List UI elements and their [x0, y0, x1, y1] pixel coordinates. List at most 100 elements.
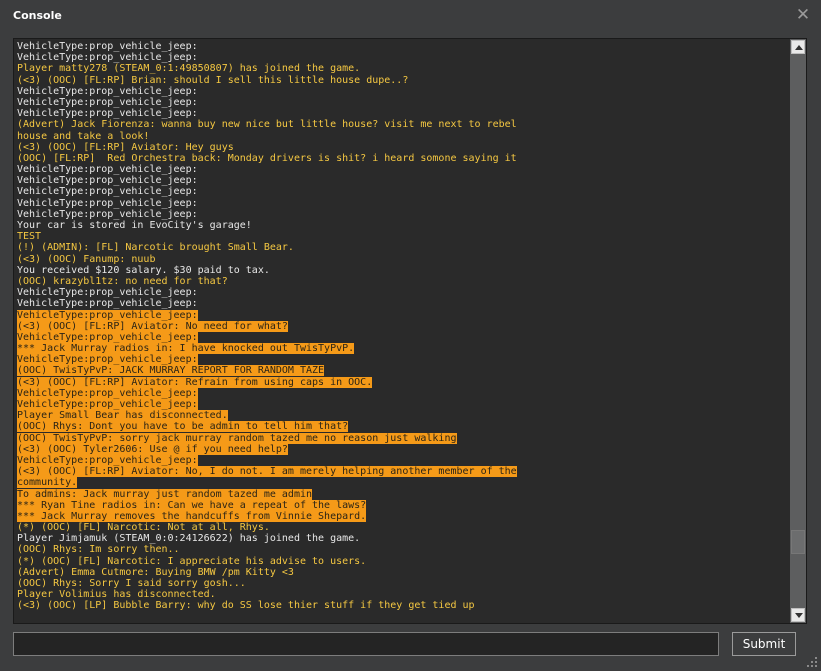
log-line: Your car is stored in EvoCity's garage!	[17, 220, 787, 231]
log-line-text: (<3) (OOC) [FL:RP] Aviator: Hey guys	[17, 141, 234, 153]
log-line: (*) (OOC) [FL] Narcotic: Not at all, Rhy…	[17, 522, 787, 533]
log-line-text: VehicleType:prop_vehicle_jeep:	[17, 387, 198, 399]
scroll-thumb[interactable]	[791, 530, 805, 554]
log-line: (!) (ADMIN): [FL] Narcotic brought Small…	[17, 242, 787, 253]
log-line: VehicleType:prop_vehicle_jeep:	[17, 298, 787, 309]
log-line-text: VehicleType:prop_vehicle_jeep:	[17, 309, 198, 321]
log-line-text: VehicleType:prop_vehicle_jeep:	[17, 186, 198, 198]
log-line: VehicleType:prop_vehicle_jeep:	[17, 287, 787, 298]
log-line-text: VehicleType:prop_vehicle_jeep:	[17, 354, 198, 366]
log-line: VehicleType:prop_vehicle_jeep:	[17, 186, 787, 197]
log-line: VehicleType:prop_vehicle_jeep:	[17, 52, 787, 63]
log-line: VehicleType:prop_vehicle_jeep:	[17, 399, 787, 410]
log-line-text: VehicleType:prop_vehicle_jeep:	[17, 41, 198, 52]
log-line-text: TEST	[17, 231, 42, 243]
log-line-text: (OOC) krazybl1tz: no need for that?	[17, 275, 228, 287]
log-line-text: *** Jack Murray removes the handcuffs fr…	[17, 510, 367, 522]
log-line: VehicleType:prop_vehicle_jeep:	[17, 164, 787, 175]
log-line: (OOC) [FL:RP] Red Orchestra back: Monday…	[17, 153, 787, 164]
close-icon[interactable]: ✕	[795, 6, 811, 24]
log-line-text: house and take a look!	[17, 130, 150, 142]
scroll-down-button[interactable]	[791, 608, 805, 622]
log-line: (OOC) Rhys: Dont you have to be admin to…	[17, 421, 787, 433]
log-line-text: (OOC) Rhys: Im sorry then..	[17, 544, 180, 556]
log-line: house and take a look!	[17, 131, 787, 142]
log-line: (OOC) Rhys: Sorry I said sorry gosh...	[17, 578, 787, 589]
log-line-text: VehicleType:prop_vehicle_jeep:	[17, 52, 198, 64]
log-line: (<3) (OOC) [FL:RP] Brian: should I sell …	[17, 75, 787, 86]
log-line-text: (OOC) Rhys: Dont you have to be admin to…	[17, 421, 349, 433]
log-line-text: Player Jimjamuk (STEAM_0:0:24126622) has…	[17, 533, 361, 545]
log-line-text: VehicleType:prop_vehicle_jeep:	[17, 96, 198, 108]
log-line-text: VehicleType:prop_vehicle_jeep:	[17, 85, 198, 97]
log-line: VehicleType:prop_vehicle_jeep:	[17, 354, 787, 366]
arrow-up-icon	[795, 45, 803, 50]
log-line-text: VehicleType:prop_vehicle_jeep:	[17, 298, 198, 310]
log-line-text: VehicleType:prop_vehicle_jeep:	[17, 108, 198, 120]
log-line: (<3) (OOC) [FL:RP] Aviator: Refrain from…	[17, 376, 787, 388]
log-line: (OOC) Rhys: Im sorry then..	[17, 544, 787, 555]
log-line: Player Small Bear has disconnected.	[17, 410, 787, 422]
log-line: VehicleType:prop_vehicle_jeep:	[17, 97, 787, 108]
log-line-text: VehicleType:prop_vehicle_jeep:	[17, 454, 198, 466]
log-line-text: To admins: Jack murray just random tazed…	[17, 488, 313, 500]
log-line-text: VehicleType:prop_vehicle_jeep:	[17, 287, 198, 299]
log-line-text: VehicleType:prop_vehicle_jeep:	[17, 331, 198, 343]
log-line-text: (!) (ADMIN): [FL] Narcotic brought Small…	[17, 242, 294, 254]
log-line: *** Ryan Tine radios in: Can we have a r…	[17, 499, 787, 511]
log-line-text: (<3) (OOC) Tyler2606: Use @ if you need …	[17, 443, 288, 455]
log-line-text: (Advert) Jack Fiorenza: wanna buy new ni…	[17, 119, 517, 131]
scrollbar[interactable]	[790, 39, 806, 623]
log-line-text: (<3) (OOC) Fanump: nuub	[17, 253, 156, 265]
log-line-text: (<3) (OOC) [LP] Bubble Barry: why do SS …	[17, 600, 475, 612]
title-bar[interactable]: Console ✕	[0, 0, 821, 34]
log-line-text: (<3) (OOC) [FL:RP] Aviator: Refrain from…	[17, 376, 373, 388]
scroll-track[interactable]	[791, 55, 805, 607]
log-line: (<3) (OOC) [FL:RP] Aviator: No, I do not…	[17, 466, 787, 478]
log-line: (<3) (OOC) Tyler2606: Use @ if you need …	[17, 443, 787, 455]
log-line: VehicleType:prop_vehicle_jeep:	[17, 41, 787, 52]
log-line: VehicleType:prop_vehicle_jeep:	[17, 86, 787, 97]
log-line: VehicleType:prop_vehicle_jeep:	[17, 209, 787, 220]
log-line: (OOC) TwisTyPvP: JACK MURRAY REPORT FOR …	[17, 365, 787, 377]
log-line: (Advert) Jack Fiorenza: wanna buy new ni…	[17, 119, 787, 130]
console-input[interactable]	[13, 632, 719, 656]
log-line-text: (*) (OOC) [FL] Narcotic: Not at all, Rhy…	[17, 522, 270, 534]
log-line: VehicleType:prop_vehicle_jeep:	[17, 387, 787, 399]
console-output[interactable]: VehicleType:prop_vehicle_jeep: VehicleTyp…	[13, 38, 807, 624]
log-line: VehicleType:prop_vehicle_jeep:	[17, 108, 787, 119]
log-line: (<3) (OOC) [FL:RP] Aviator: Hey guys	[17, 142, 787, 153]
resize-grip-icon[interactable]	[806, 656, 818, 668]
log-line: (<3) (OOC) Fanump: nuub	[17, 254, 787, 265]
log-line-text: (<3) (OOC) [FL:RP] Brian: should I sell …	[17, 74, 409, 86]
log-line: To admins: Jack murray just random tazed…	[17, 488, 787, 500]
log-line: (OOC) TwisTyPvP: sorry jack murray rando…	[17, 432, 787, 444]
log-line-text: (<3) (OOC) [FL:RP] Aviator: No need for …	[17, 320, 288, 332]
log-line: VehicleType:prop_vehicle_jeep:	[17, 175, 787, 186]
log-line-text: (Advert) Emma Cutmore: Buying BMW /pm Ki…	[17, 566, 294, 578]
log-line: VehicleType:prop_vehicle_jeep:	[17, 198, 787, 209]
log-line-text: (OOC) TwisTyPvP: sorry jack murray rando…	[17, 432, 457, 444]
log-line-text: You received $120 salary. $30 paid to ta…	[17, 264, 270, 276]
console-log: VehicleType:prop_vehicle_jeep: VehicleTyp…	[17, 41, 787, 621]
log-line: Player matty278 (STEAM_0:1:49850807) has…	[17, 63, 787, 74]
log-line: *** Jack Murray removes the handcuffs fr…	[17, 510, 787, 522]
log-line-text: *** Ryan Tine radios in: Can we have a r…	[17, 499, 367, 511]
log-line: VehicleType:prop_vehicle_jeep:	[17, 331, 787, 343]
log-line: (OOC) krazybl1tz: no need for that?	[17, 276, 787, 287]
log-line-text: VehicleType:prop_vehicle_jeep:	[17, 399, 198, 410]
log-line-text: (OOC) Rhys: Sorry I said sorry gosh...	[17, 578, 246, 589]
log-line: (<3) (OOC) [LP] Bubble Barry: why do SS …	[17, 600, 787, 611]
log-line: (Advert) Emma Cutmore: Buying BMW /pm Ki…	[17, 567, 787, 578]
log-line: TEST	[17, 231, 787, 242]
submit-button[interactable]: Submit	[732, 632, 796, 656]
scroll-up-button[interactable]	[791, 40, 805, 54]
log-line-text: (*) (OOC) [FL] Narcotic: I appreciate hi…	[17, 555, 367, 567]
log-line-text: VehicleType:prop_vehicle_jeep:	[17, 208, 198, 220]
log-line-text: (OOC) TwisTyPvP: JACK MURRAY REPORT FOR …	[17, 365, 325, 377]
log-line: community.	[17, 477, 787, 489]
log-line-text: VehicleType:prop_vehicle_jeep:	[17, 197, 198, 209]
arrow-down-icon	[795, 613, 803, 618]
log-line-text: Your car is stored in EvoCity's garage!	[17, 220, 252, 231]
log-line-text: VehicleType:prop_vehicle_jeep:	[17, 175, 198, 187]
